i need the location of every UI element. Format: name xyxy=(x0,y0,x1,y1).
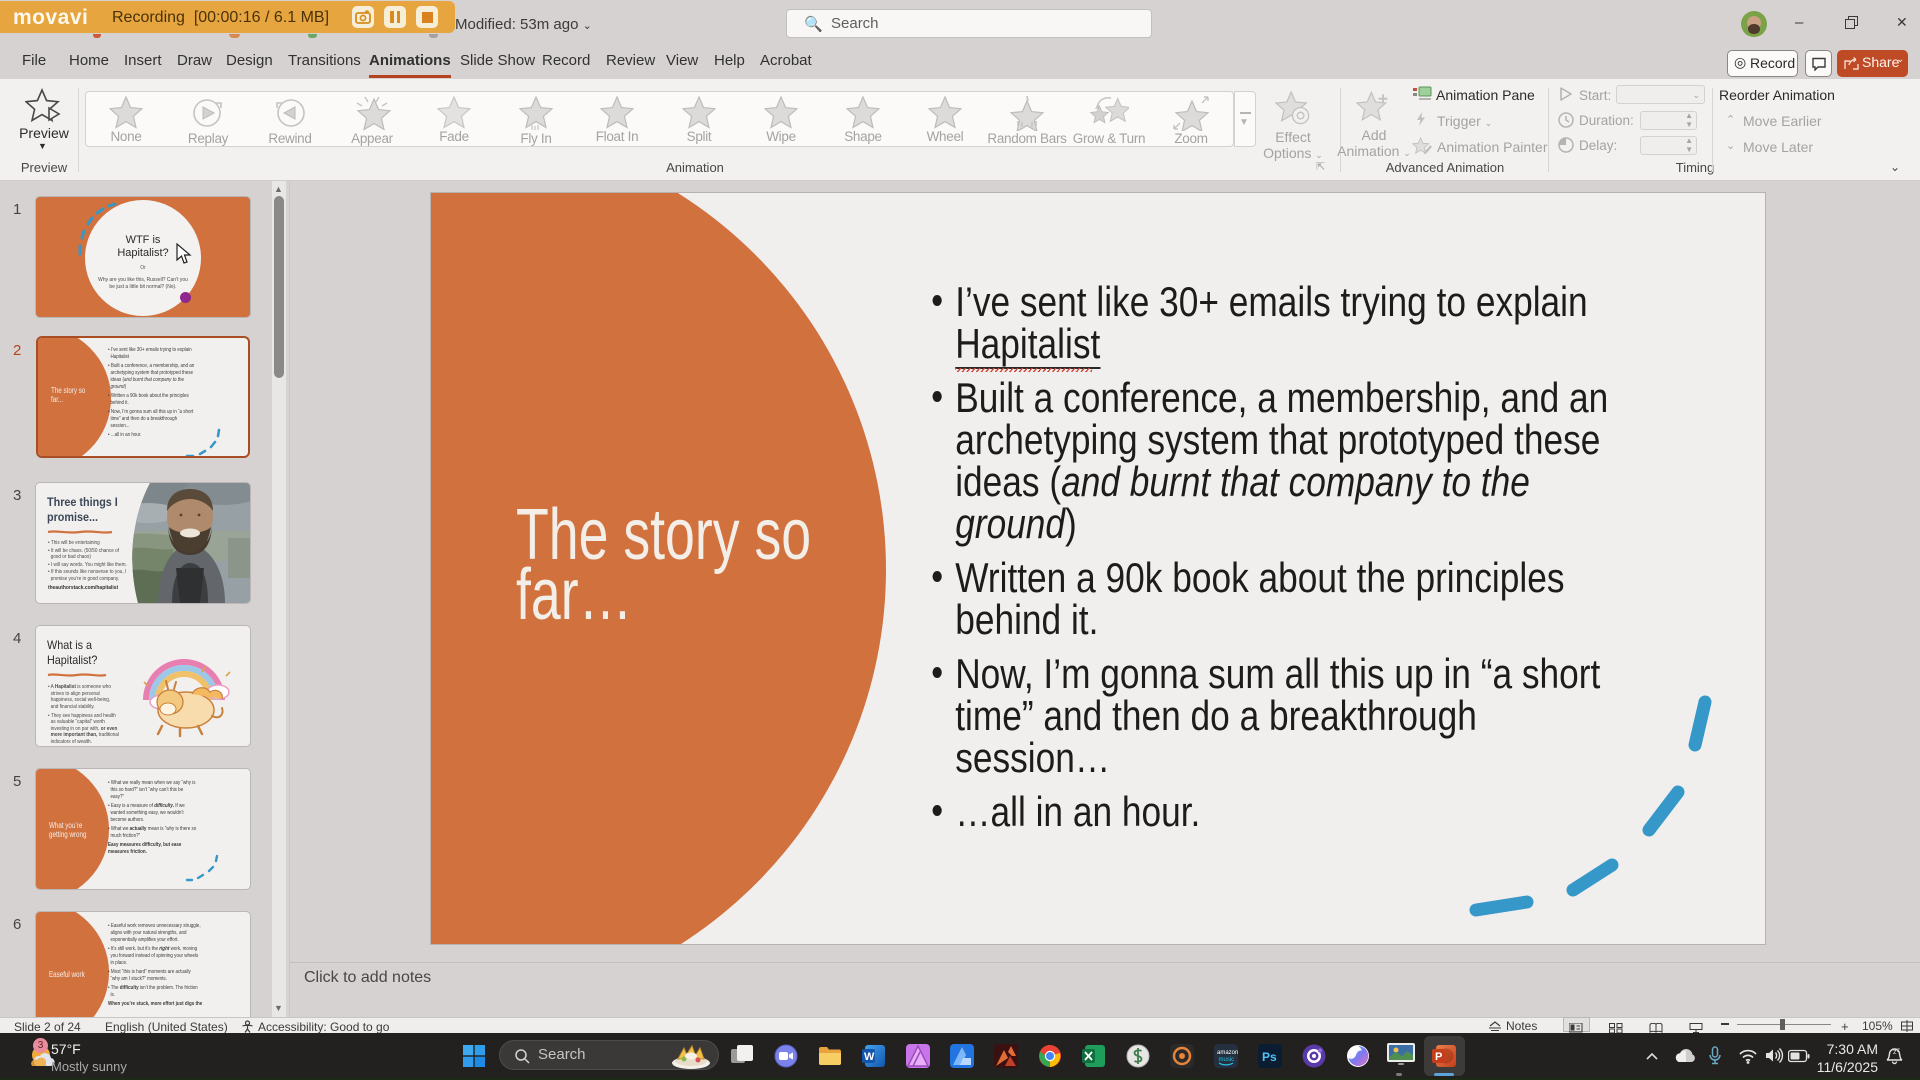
svg-text:amazon: amazon xyxy=(1217,1050,1238,1056)
svg-text:z: z xyxy=(1897,1048,1900,1054)
svg-text:Ps: Ps xyxy=(1262,1050,1277,1064)
svg-text:music: music xyxy=(1219,1057,1235,1063)
svg-text:W: W xyxy=(864,1051,875,1063)
svg-text:P: P xyxy=(1435,1051,1442,1063)
